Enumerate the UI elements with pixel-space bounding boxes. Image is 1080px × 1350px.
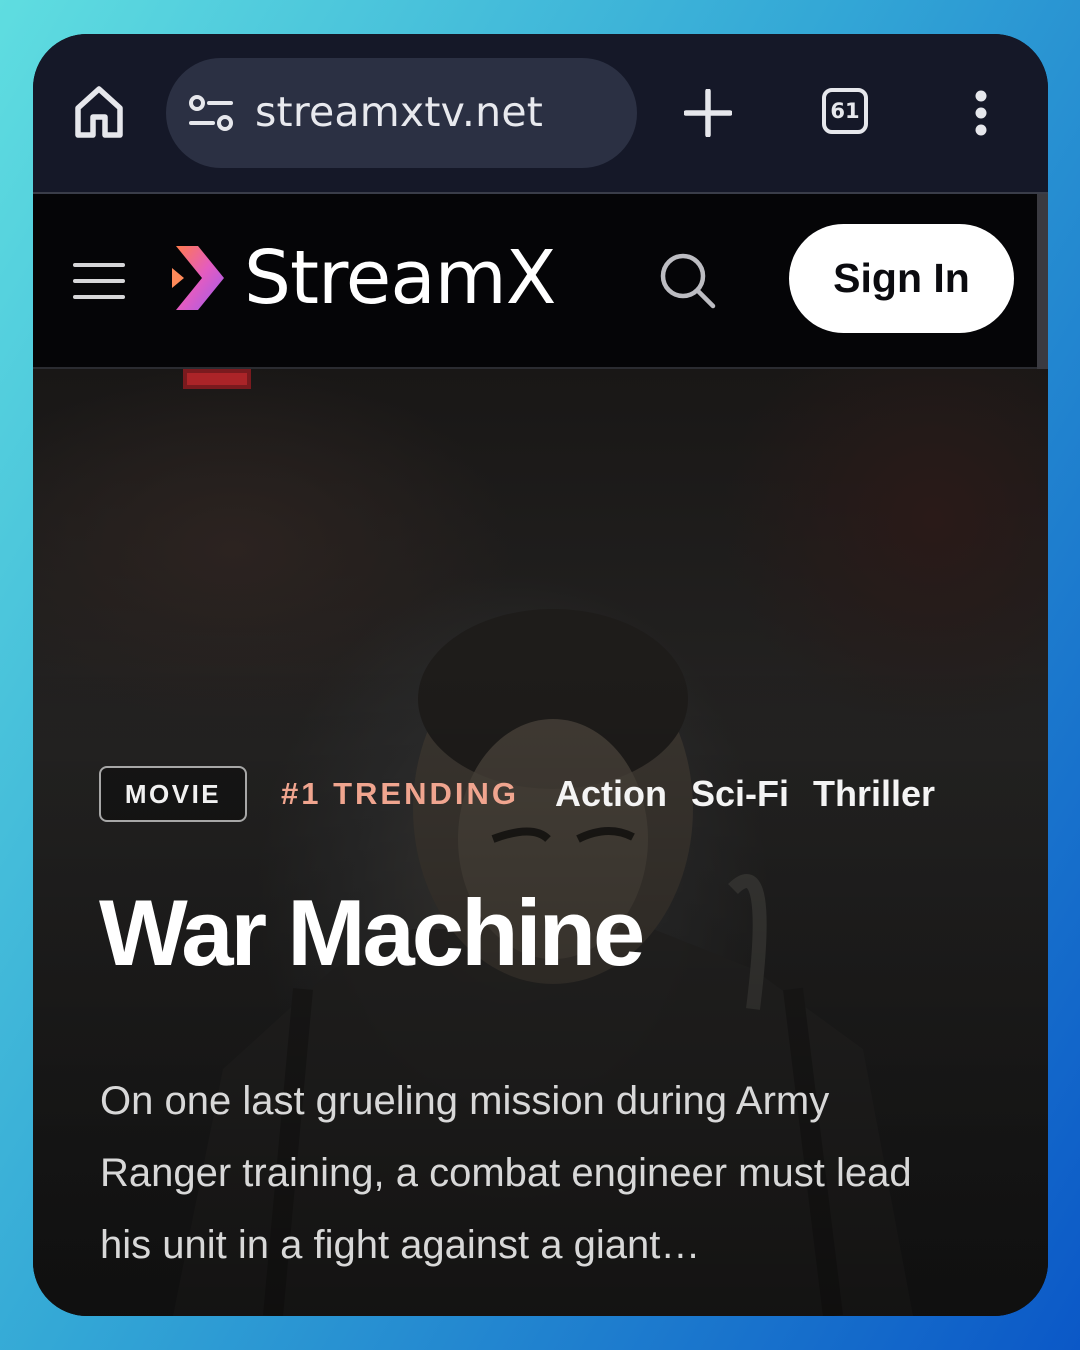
genre-tag[interactable]: Action <box>555 773 667 815</box>
new-tab-icon[interactable] <box>684 89 732 137</box>
sign-in-button[interactable]: Sign In <box>789 224 1014 333</box>
tab-count: 61 <box>830 99 860 123</box>
tab-switcher-button[interactable]: 61 <box>822 88 868 134</box>
more-options-icon[interactable] <box>969 90 993 140</box>
hero-title[interactable]: War Machine <box>99 879 645 987</box>
site-settings-icon[interactable] <box>189 95 233 131</box>
hero-description: On one last grueling mission during Army… <box>100 1079 912 1267</box>
hamburger-menu-icon[interactable] <box>73 261 125 301</box>
site-header: StreamX Sign In <box>33 194 1037 369</box>
address-bar[interactable]: streamxtv.net <box>166 58 637 168</box>
brand-name[interactable]: StreamX <box>244 235 556 321</box>
movie-badge: MOVIE <box>99 766 247 822</box>
genre-tag[interactable]: Sci-Fi <box>691 773 789 815</box>
hero-tags: MOVIE #1 TRENDING Action Sci-Fi Thriller <box>99 766 935 822</box>
phone-screen: streamxtv.net 61 StreamX Sign In MOVIE #… <box>33 34 1048 1316</box>
url-text[interactable]: streamxtv.net <box>255 88 543 136</box>
trending-label: #1 TRENDING <box>281 776 519 811</box>
home-icon[interactable] <box>73 84 125 140</box>
search-icon[interactable] <box>658 251 718 311</box>
hero-banner: MOVIE #1 TRENDING Action Sci-Fi Thriller… <box>33 369 1048 1316</box>
genre-tag[interactable]: Thriller <box>813 773 935 815</box>
browser-toolbar: streamxtv.net 61 <box>33 34 1048 194</box>
streamx-logo-icon[interactable] <box>168 238 230 318</box>
